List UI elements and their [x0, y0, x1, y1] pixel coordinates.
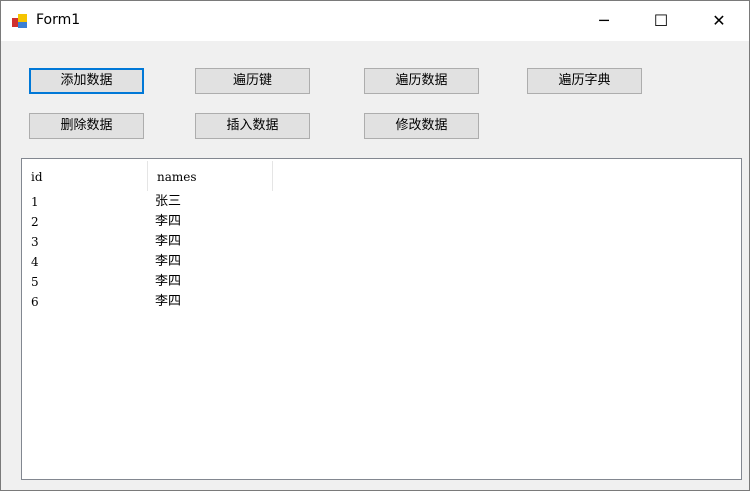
add-data-button[interactable]: 添加数据 [29, 68, 144, 94]
close-button[interactable]: ✕ [696, 5, 742, 37]
main-window: Form1 ─ ☐ ✕ 添加数据 遍历键 遍历数据 遍历字典 删除数据 插入数据… [0, 0, 750, 491]
maximize-button[interactable]: ☐ [638, 5, 684, 37]
cell-name: 李四 [155, 234, 182, 249]
cell-name: 李四 [155, 274, 182, 289]
minimize-button[interactable]: ─ [581, 5, 627, 37]
window-title: Form1 [36, 12, 81, 28]
cell-id: 4 [31, 255, 39, 269]
iterate-keys-button[interactable]: 遍历键 [195, 68, 310, 94]
cell-id: 2 [31, 215, 39, 229]
delete-data-button[interactable]: 删除数据 [29, 113, 144, 139]
list-view[interactable]: id names 1 张三 2 李四 3 李四 4 李四 5 李四 6 李四 [21, 158, 742, 480]
cell-id: 3 [31, 235, 39, 249]
cell-name: 李四 [155, 294, 182, 309]
cell-id: 5 [31, 275, 39, 289]
modify-data-button[interactable]: 修改数据 [364, 113, 479, 139]
cell-name: 张三 [155, 194, 182, 209]
cell-id: 1 [31, 195, 39, 209]
cell-id: 6 [31, 295, 39, 309]
insert-data-button[interactable]: 插入数据 [195, 113, 310, 139]
column-header-id[interactable]: id [22, 161, 148, 191]
column-header-names[interactable]: names [148, 161, 273, 191]
app-icon [12, 14, 27, 28]
iterate-dict-button[interactable]: 遍历字典 [527, 68, 642, 94]
cell-name: 李四 [155, 214, 182, 229]
iterate-data-button[interactable]: 遍历数据 [364, 68, 479, 94]
title-bar: Form1 ─ ☐ ✕ [1, 1, 749, 41]
cell-name: 李四 [155, 254, 182, 269]
